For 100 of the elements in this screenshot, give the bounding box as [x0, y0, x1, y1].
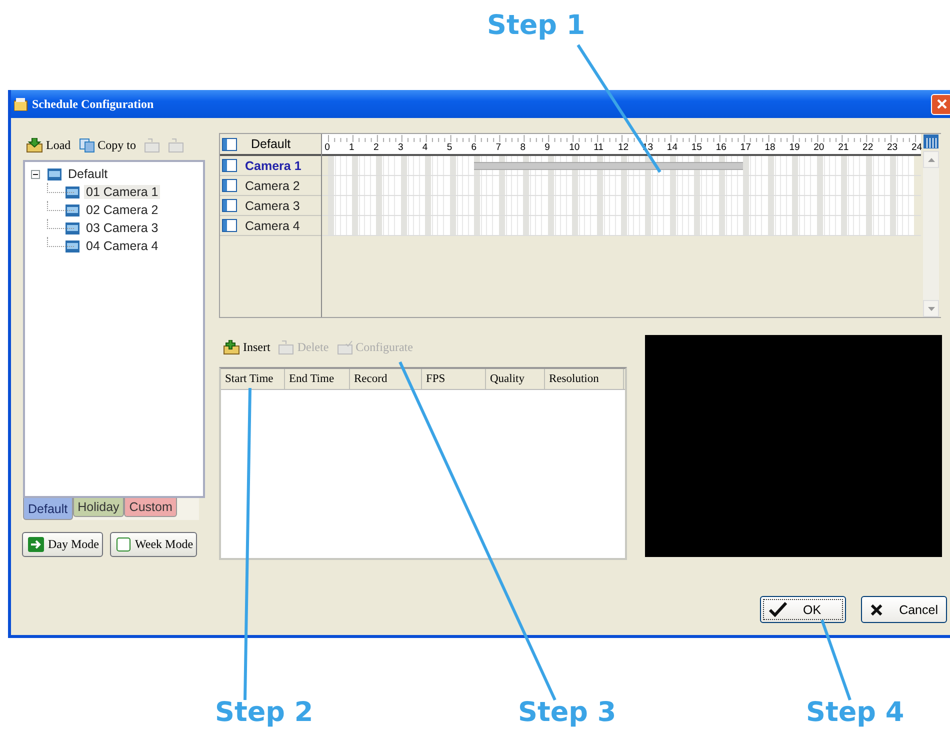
hour-cell[interactable] — [572, 196, 597, 215]
hour-cell[interactable] — [768, 176, 792, 195]
hour-cell[interactable] — [841, 176, 866, 195]
camera-row[interactable]: Camera 2 — [220, 176, 321, 196]
scheduled-hour-cell[interactable] — [523, 156, 548, 175]
hour-cell[interactable] — [596, 216, 622, 235]
hour-cell[interactable] — [866, 216, 890, 235]
camera-row[interactable]: Camera 4 — [220, 216, 321, 236]
hour-cell[interactable] — [816, 196, 842, 215]
hour-cell[interactable] — [572, 216, 597, 235]
hour-cell[interactable] — [548, 196, 572, 215]
hour-cell[interactable] — [328, 176, 352, 195]
hour-cell[interactable] — [376, 216, 401, 235]
hour-cell[interactable] — [425, 156, 450, 175]
hour-cell[interactable] — [328, 156, 352, 175]
hour-cell[interactable] — [743, 216, 768, 235]
hour-cell[interactable] — [768, 216, 792, 235]
hour-cell[interactable] — [450, 176, 474, 195]
collapse-toggle[interactable] — [31, 170, 40, 178]
hour-cell[interactable] — [866, 176, 890, 195]
hour-cell[interactable] — [523, 216, 548, 235]
hour-cell[interactable] — [694, 196, 719, 215]
hour-cell[interactable] — [645, 176, 670, 195]
camera-row[interactable]: Camera 3 — [220, 196, 321, 216]
hour-cell[interactable] — [645, 196, 670, 215]
tree-item[interactable]: 02 Camera 2 — [84, 203, 160, 217]
hour-cell[interactable] — [621, 216, 646, 235]
hour-cell[interactable] — [841, 196, 866, 215]
hour-cell[interactable] — [376, 196, 401, 215]
toolbar-button[interactable]: Insert — [223, 340, 270, 354]
hour-cell[interactable] — [718, 176, 744, 195]
hour-cell[interactable] — [816, 156, 842, 175]
hour-cell[interactable] — [743, 156, 768, 175]
hour-cell[interactable] — [718, 196, 744, 215]
hour-cell[interactable] — [670, 176, 694, 195]
scheduled-hour-cell[interactable] — [670, 156, 694, 175]
hour-cell[interactable] — [328, 196, 352, 215]
hour-cell[interactable] — [352, 216, 376, 235]
tree-item[interactable]: 01 Camera 1 — [84, 185, 160, 199]
mode-button[interactable]: Day Mode — [22, 532, 103, 557]
hour-cell[interactable] — [596, 196, 622, 215]
hour-cell[interactable] — [768, 196, 792, 215]
hour-cell[interactable] — [425, 216, 450, 235]
hour-cell[interactable] — [645, 216, 670, 235]
hour-cell[interactable] — [450, 216, 474, 235]
hour-cell[interactable] — [694, 176, 719, 195]
hour-cell[interactable] — [890, 216, 914, 235]
scheduled-hour-cell[interactable] — [548, 156, 572, 175]
hour-cell[interactable] — [400, 196, 426, 215]
hour-cell[interactable] — [621, 176, 646, 195]
cancel-button[interactable]: Cancel — [861, 596, 947, 623]
hour-cell[interactable] — [768, 156, 792, 175]
hour-cell[interactable] — [572, 176, 597, 195]
scheduled-hour-cell[interactable] — [474, 156, 499, 175]
hour-cell[interactable] — [450, 196, 474, 215]
hour-cell[interactable] — [523, 176, 548, 195]
scheduled-hour-cell[interactable] — [694, 156, 719, 175]
ok-button[interactable]: OK — [760, 596, 846, 623]
scheduled-hour-cell[interactable] — [596, 156, 622, 175]
toolbar-button[interactable]: Copy to — [78, 138, 136, 152]
hour-cell[interactable] — [694, 216, 719, 235]
scheduled-hour-cell[interactable] — [621, 156, 646, 175]
hour-cell[interactable] — [548, 216, 572, 235]
hour-cell[interactable] — [450, 156, 474, 175]
hour-cell[interactable] — [792, 176, 817, 195]
hour-cell[interactable] — [352, 176, 376, 195]
hour-cell[interactable] — [425, 196, 450, 215]
hour-cell[interactable] — [841, 216, 866, 235]
hour-cell[interactable] — [352, 156, 376, 175]
toolbar-button[interactable]: Load — [26, 138, 71, 152]
hour-cell[interactable] — [890, 176, 914, 195]
hour-cell[interactable] — [596, 176, 622, 195]
hour-cell[interactable] — [792, 216, 817, 235]
hour-cell[interactable] — [890, 156, 914, 175]
scheduled-hour-cell[interactable] — [572, 156, 597, 175]
scheduled-hour-cell[interactable] — [498, 156, 524, 175]
hour-cell[interactable] — [621, 196, 646, 215]
hour-cell[interactable] — [400, 156, 426, 175]
scroll-up-button[interactable] — [923, 151, 940, 168]
hour-cell[interactable] — [328, 216, 352, 235]
hour-cell[interactable] — [841, 156, 866, 175]
tree-item[interactable]: 04 Camera 4 — [84, 239, 160, 253]
hour-cell[interactable] — [816, 216, 842, 235]
hour-cell[interactable] — [474, 216, 499, 235]
close-button[interactable] — [931, 94, 950, 114]
hour-cell[interactable] — [474, 176, 499, 195]
hour-cell[interactable] — [498, 196, 524, 215]
hour-cell[interactable] — [670, 196, 694, 215]
schedule-tab[interactable]: Holiday — [72, 498, 124, 517]
hour-cell[interactable] — [376, 156, 401, 175]
hour-cell[interactable] — [816, 176, 842, 195]
schedule-tab[interactable]: Custom — [124, 498, 178, 517]
schedule-tab[interactable]: Default — [23, 498, 73, 520]
hour-cell[interactable] — [743, 196, 768, 215]
hour-cell[interactable] — [474, 196, 499, 215]
hour-cell[interactable] — [498, 216, 524, 235]
hour-cell[interactable] — [718, 216, 744, 235]
hour-cell[interactable] — [792, 156, 817, 175]
hour-cell[interactable] — [376, 176, 401, 195]
scheduled-hour-cell[interactable] — [718, 156, 744, 175]
